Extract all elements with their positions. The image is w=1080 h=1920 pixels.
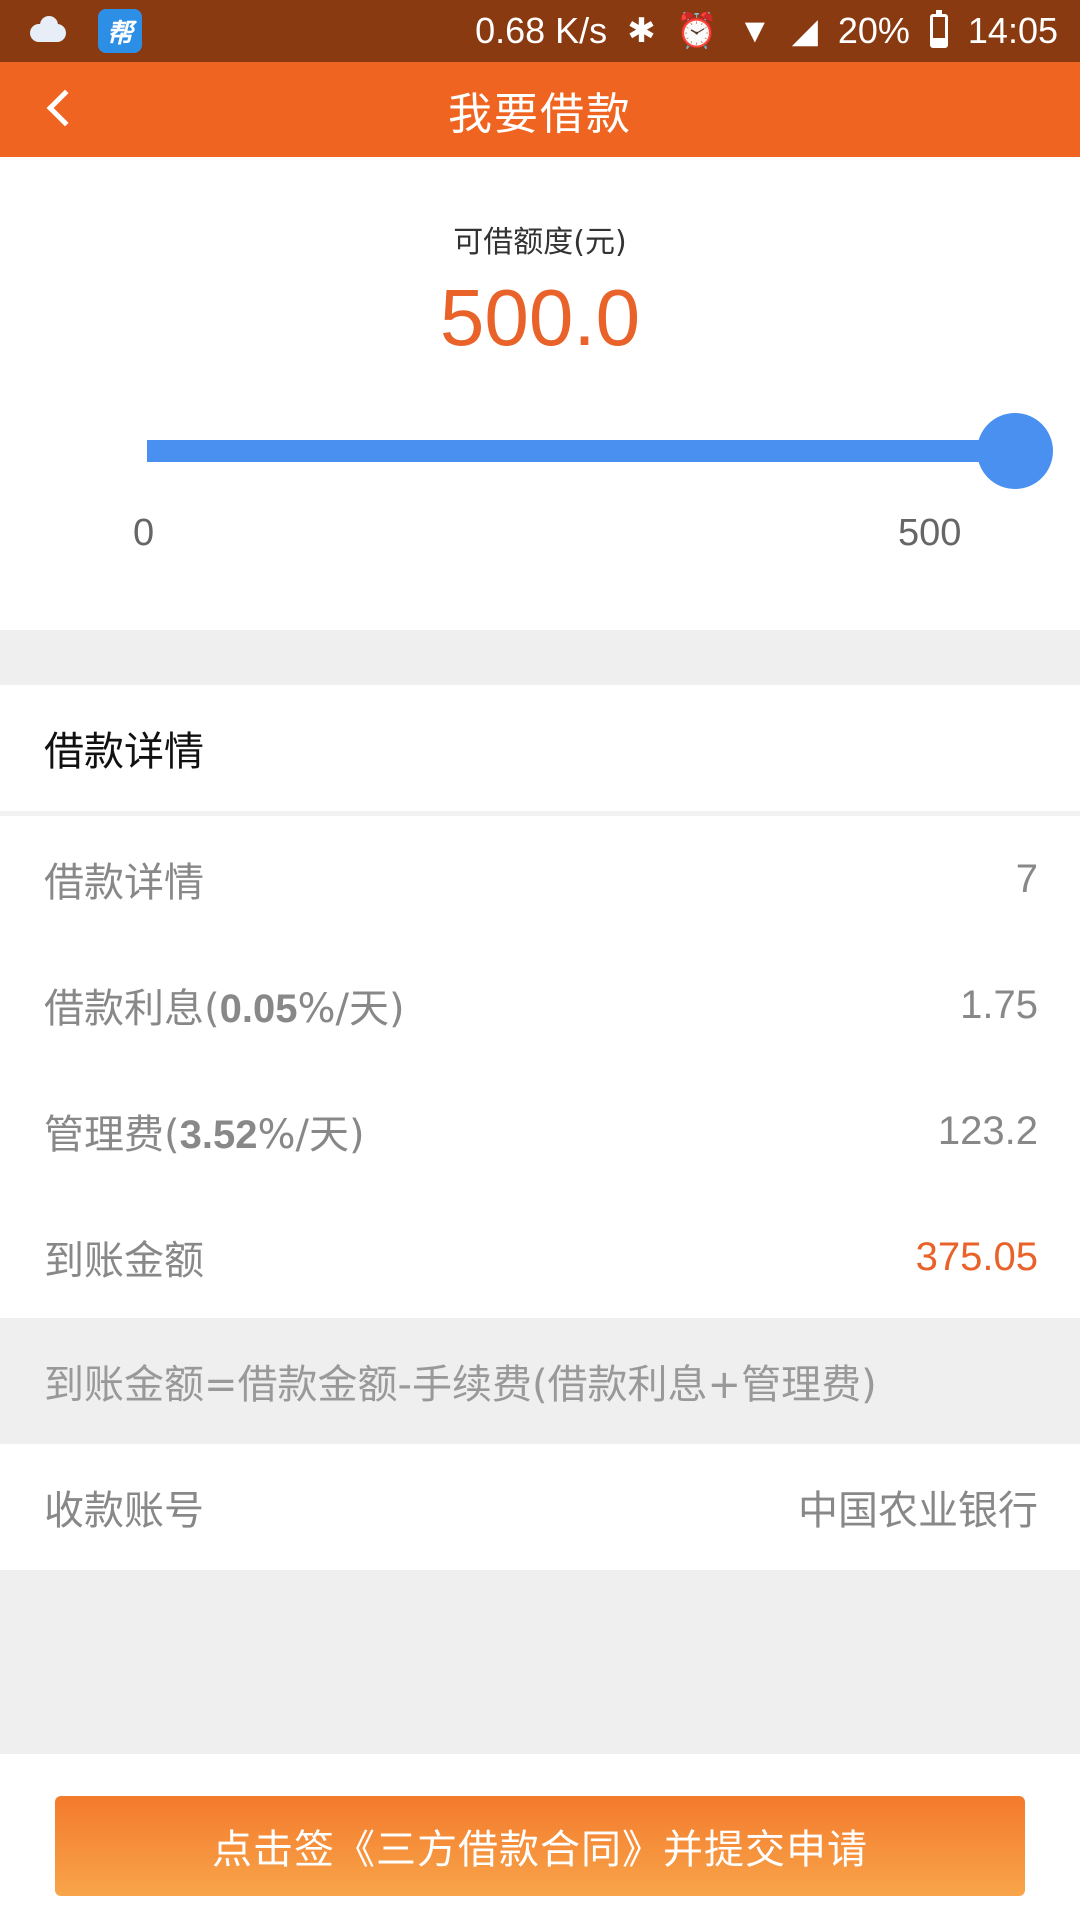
detail-value: 1.75 — [960, 982, 1038, 1027]
account-row-inner: 收款账号 中国农业银行 — [0, 1444, 1080, 1570]
details-list: 借款详情 7 借款利息(0.05%/天) 1.75 管理费(3.52%/天) 1… — [0, 816, 1080, 1318]
status-bar: 帮 0.68 K/s ✱ ⏰ ▼ ◢ 20% 14:05 — [0, 0, 1080, 62]
details-header-title: 借款详情 — [44, 729, 204, 775]
network-speed: 0.68 K/s — [475, 10, 608, 51]
received-amount: 375.05 — [915, 1234, 1038, 1279]
detail-row-term: 借款详情 7 — [0, 816, 1080, 942]
app-bar: 我要借款 — [0, 62, 1080, 157]
formula-text: 到账金额=借款金额-手续费(借款利息+管理费) — [44, 1362, 877, 1408]
detail-value: 123.2 — [937, 1108, 1038, 1153]
details-header: 借款详情 — [0, 685, 1080, 811]
quota-panel: 可借额度(元) 500.0 0 500 — [0, 157, 1080, 630]
detail-label: 管理费(3.52%/天) — [44, 1112, 365, 1158]
submit-area: 点击签《三方借款合同》并提交申请 — [0, 1754, 1080, 1920]
signal-icon: ◢ — [791, 12, 818, 50]
account-row[interactable]: 收款账号 中国农业银行 — [0, 1444, 1080, 1570]
detail-row-fee: 管理费(3.52%/天) 123.2 — [0, 1068, 1080, 1194]
quota-value: 500.0 — [439, 273, 641, 362]
app-badge-icon: 帮 — [98, 9, 142, 53]
battery-icon — [929, 10, 948, 48]
formula-note: 到账金额=借款金额-手续费(借款利息+管理费) — [0, 1318, 1080, 1444]
battery-level: 20% — [837, 10, 910, 51]
slider-fill — [147, 440, 1015, 462]
detail-value: 7 — [1015, 856, 1038, 901]
detail-row-received: 到账金额 375.05 — [0, 1194, 1080, 1320]
slider-min-label: 0 — [133, 512, 155, 554]
cloud-icon — [28, 16, 68, 46]
slider-thumb[interactable] — [977, 413, 1053, 489]
clock: 14:05 — [967, 10, 1058, 51]
detail-label: 到账金额 — [44, 1238, 204, 1284]
page-title: 我要借款 — [448, 88, 632, 140]
detail-label: 借款详情 — [44, 860, 204, 906]
bluetooth-icon: ✱ — [627, 12, 656, 50]
back-button[interactable] — [30, 78, 90, 138]
quota-label: 可借额度(元) — [453, 225, 627, 260]
chevron-left-icon — [46, 89, 84, 127]
slider-max-label: 500 — [898, 512, 962, 554]
submit-button[interactable]: 点击签《三方借款合同》并提交申请 — [55, 1796, 1025, 1896]
alarm-icon: ⏰ — [675, 12, 719, 50]
account-label: 收款账号 — [44, 1488, 204, 1534]
wifi-icon: ▼ — [738, 11, 772, 50]
detail-row-interest: 借款利息(0.05%/天) 1.75 — [0, 942, 1080, 1068]
account-value: 中国农业银行 — [798, 1489, 1038, 1533]
amount-slider[interactable] — [147, 413, 1053, 489]
detail-label: 借款利息(0.05%/天) — [44, 986, 405, 1032]
